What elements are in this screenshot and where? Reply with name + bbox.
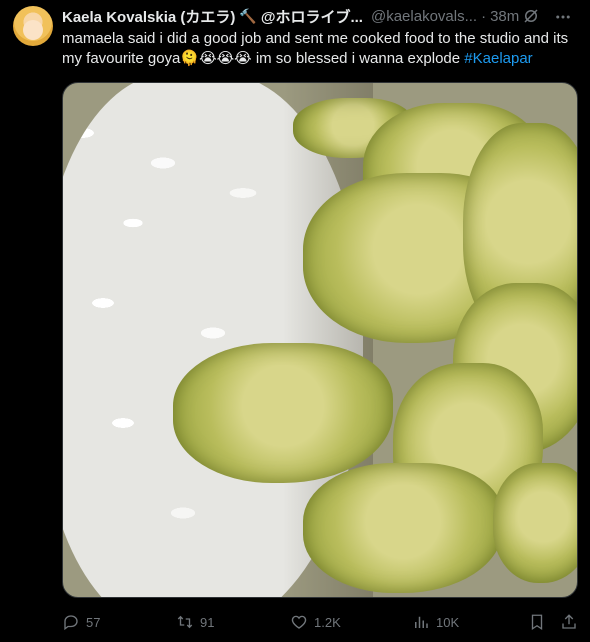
heart-icon (291, 615, 307, 629)
goya-slice (493, 463, 577, 583)
timestamp[interactable]: 38m (490, 8, 519, 25)
repost-button[interactable]: 91 (176, 613, 214, 631)
hammer-icon: 🔨 (239, 7, 257, 24)
author-handle[interactable]: @kaelakovals... (371, 8, 477, 25)
tweet-text: mamaela said i did a good job and sent m… (62, 29, 572, 69)
bookmark-icon (531, 614, 543, 631)
tweet-photo[interactable] (62, 82, 578, 598)
like-button[interactable]: 1.2K (290, 613, 341, 631)
views-icon (415, 616, 428, 628)
reply-icon (64, 615, 78, 631)
like-count: 1.2K (314, 614, 341, 630)
hashtag-link[interactable]: #Kaelapar (464, 50, 532, 67)
separator-dot: · (481, 7, 487, 25)
author-handle-ja[interactable]: @ホロライブ... (261, 6, 363, 27)
avatar[interactable] (13, 6, 53, 46)
tweet-header: Kaela Kovalskia (カエラ) 🔨 @ホロライブ... @kaela… (62, 6, 572, 26)
views-count: 10K (436, 614, 460, 630)
reply-count: 57 (86, 614, 101, 630)
views-button[interactable]: 10K (412, 613, 459, 631)
grok-icon[interactable] (522, 7, 540, 25)
share-button[interactable] (560, 613, 578, 631)
share-icon (562, 614, 576, 629)
tweet: Kaela Kovalskia (カエラ) 🔨 @ホロライブ... @kaela… (0, 0, 590, 642)
action-bar: 57 91 1.2K 10K (62, 612, 590, 632)
goya-slice (303, 463, 503, 593)
author-name[interactable]: Kaela Kovalskia (カエラ) (62, 6, 235, 27)
repost-count: 91 (200, 614, 215, 630)
bookmark-button[interactable] (528, 613, 546, 631)
goya-slice (173, 343, 393, 483)
repost-icon (177, 615, 193, 629)
reply-button[interactable]: 57 (62, 613, 100, 631)
more-icon[interactable] (554, 8, 572, 26)
